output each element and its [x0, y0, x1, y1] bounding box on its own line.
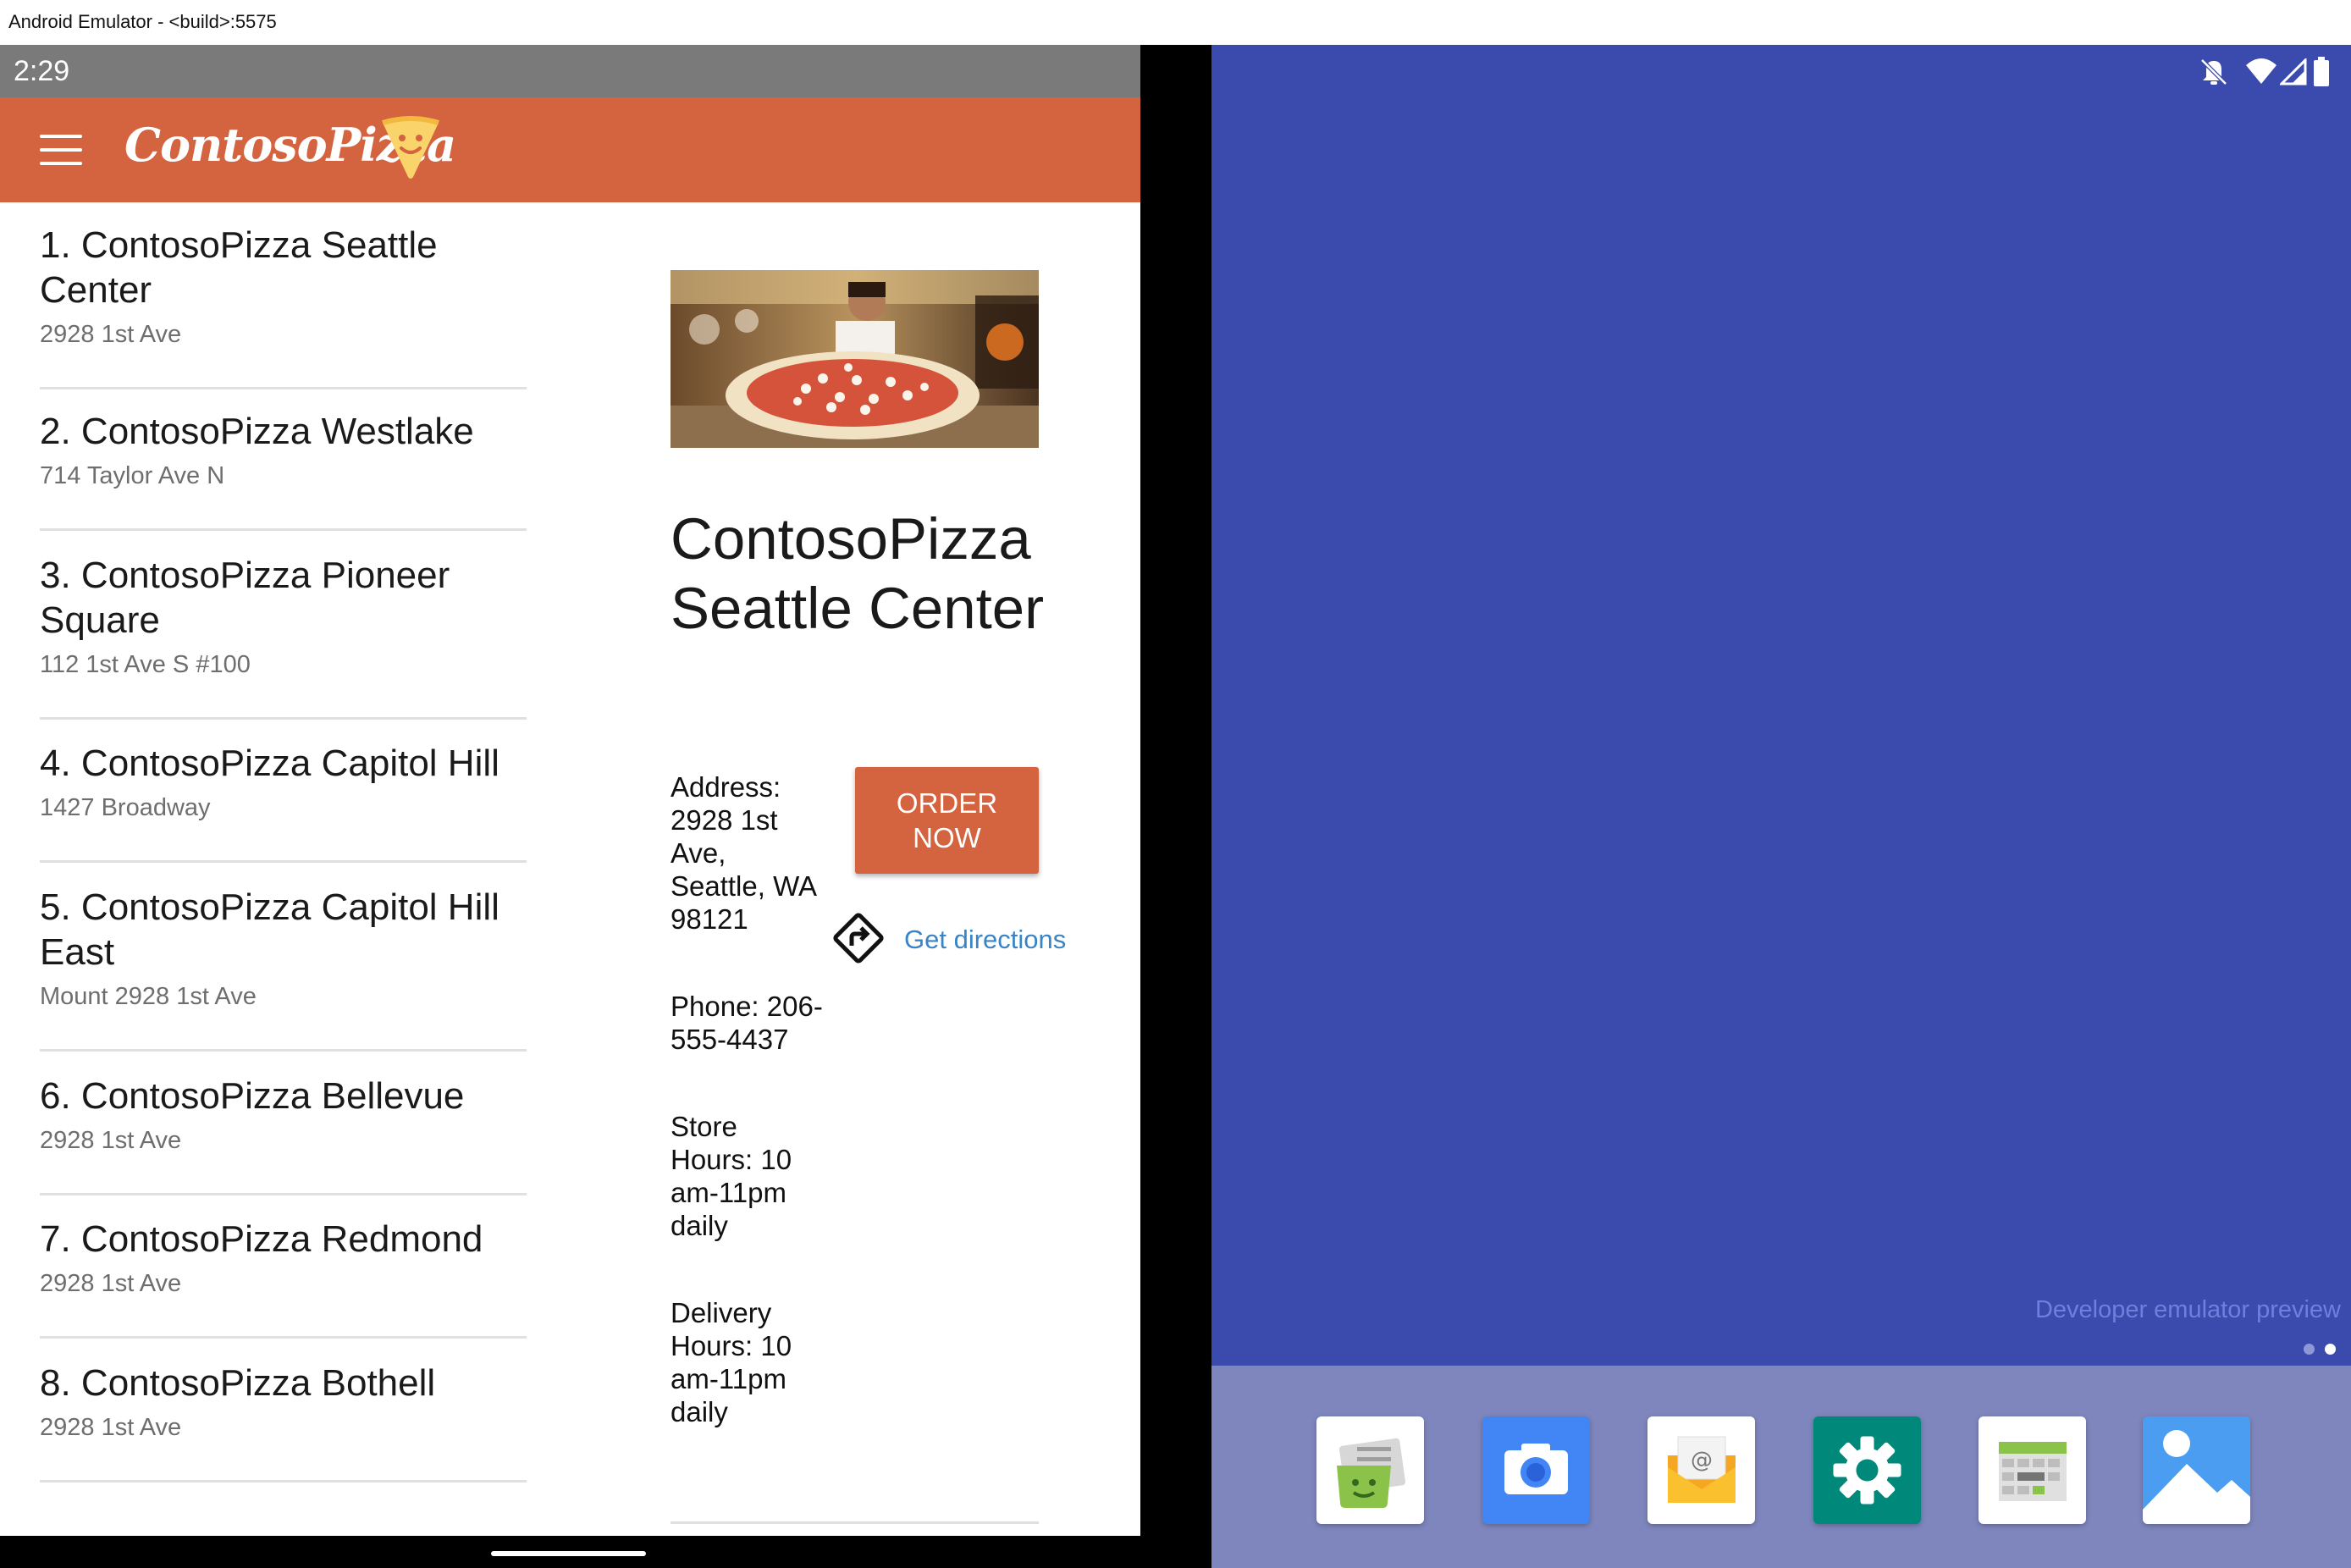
settings-app-icon[interactable] — [1813, 1416, 1921, 1524]
wifi-icon — [2246, 58, 2276, 84]
page-indicator-dot — [2304, 1344, 2315, 1355]
order-now-button[interactable]: ORDER NOW — [855, 767, 1039, 874]
store-address: 714 Taylor Ave N — [40, 462, 225, 489]
cellular-signal-icon — [2280, 58, 2307, 86]
camera-app-icon[interactable] — [1482, 1416, 1590, 1524]
calendar-app-icon[interactable] — [1978, 1416, 2086, 1524]
store-list-item[interactable]: 2. ContosoPizza Westlake 714 Taylor Ave … — [40, 409, 527, 531]
store-address: 2928 1st Ave — [40, 321, 182, 348]
store-name: 7. ContosoPizza Redmond — [40, 1218, 483, 1260]
store-name: 2. ContosoPizza Westlake — [40, 411, 474, 452]
developer-preview-label: Developer emulator preview — [2034, 1296, 2341, 1323]
store-list-item[interactable]: 3. ContosoPizza Pioneer Square 112 1st A… — [40, 553, 527, 720]
divider — [671, 1521, 1039, 1524]
store-address: 1427 Broadway — [40, 794, 211, 821]
store-list-item[interactable]: 6. ContosoPizza Bellevue 2928 1st Ave — [40, 1074, 527, 1195]
photos-app-icon[interactable] — [2143, 1416, 2250, 1524]
delivery-hours-info: Delivery Hours: 10 am-11pm daily — [671, 1297, 792, 1427]
store-name: 3. ContosoPizza Pioneer Square — [40, 555, 450, 641]
navigation-bar-left — [0, 1536, 1140, 1568]
store-list-item[interactable]: 1. ContosoPizza Seattle Center 2928 1st … — [40, 223, 527, 389]
store-address-info: Address: 2928 1st Ave, Seattle, WA 98121 — [671, 771, 816, 935]
window-titlebar: Android Emulator - <build>:5575 — [0, 0, 2351, 45]
svg-text:@: @ — [1691, 1448, 1713, 1473]
status-bar-left: 2:29 — [0, 45, 1140, 97]
menu-icon[interactable] — [34, 126, 88, 174]
pizza-slice-logo-icon — [382, 116, 439, 179]
get-directions-link[interactable]: Get directions — [904, 925, 1066, 955]
notifications-off-icon — [2200, 58, 2227, 86]
store-list-item[interactable]: 7. ContosoPizza Redmond 2928 1st Ave — [40, 1217, 527, 1339]
home-gesture-handle[interactable] — [491, 1551, 646, 1556]
store-name: 1. ContosoPizza Seattle Center — [40, 224, 438, 311]
store-address: 2928 1st Ave — [40, 1414, 182, 1441]
store-list-item[interactable]: 5. ContosoPizza Capitol Hill East Mount … — [40, 885, 527, 1052]
page-indicator-dot-active — [2325, 1344, 2336, 1355]
store-phone-info: Phone: 206-555-4437 — [671, 991, 823, 1055]
app-bar: ContosoPizza — [0, 97, 1140, 202]
store-address: 2928 1st Ave — [40, 1127, 182, 1154]
store-name: 6. ContosoPizza Bellevue — [40, 1075, 465, 1117]
store-title: ContosoPizza Seattle Center — [671, 506, 1045, 641]
store-address: Mount 2928 1st Ave — [40, 983, 257, 1010]
messaging-app-icon[interactable] — [1316, 1416, 1424, 1524]
battery-icon — [2314, 57, 2329, 86]
status-time: 2:29 — [14, 55, 70, 87]
email-app-icon[interactable]: @ — [1647, 1416, 1755, 1524]
store-photo — [671, 270, 1039, 448]
store-name: 4. ContosoPizza Capitol Hill — [40, 743, 499, 784]
directions-icon[interactable] — [832, 912, 885, 964]
store-name: 5. ContosoPizza Capitol Hill East — [40, 886, 499, 973]
store-list-item[interactable]: 8. ContosoPizza Bothell 2928 1st Ave — [40, 1361, 527, 1482]
store-hours-info: Store Hours: 10 am-11pm daily — [671, 1111, 792, 1241]
right-screen-home: Developer emulator preview @ — [1211, 45, 2351, 1568]
store-address: 2928 1st Ave — [40, 1270, 182, 1297]
store-name: 8. ContosoPizza Bothell — [40, 1362, 436, 1404]
store-list-item[interactable]: 4. ContosoPizza Capitol Hill 1427 Broadw… — [40, 741, 527, 863]
store-address: 112 1st Ave S #100 — [40, 651, 251, 678]
window-title: Android Emulator - <build>:5575 — [8, 11, 277, 32]
device-hinge — [1140, 45, 1211, 1568]
